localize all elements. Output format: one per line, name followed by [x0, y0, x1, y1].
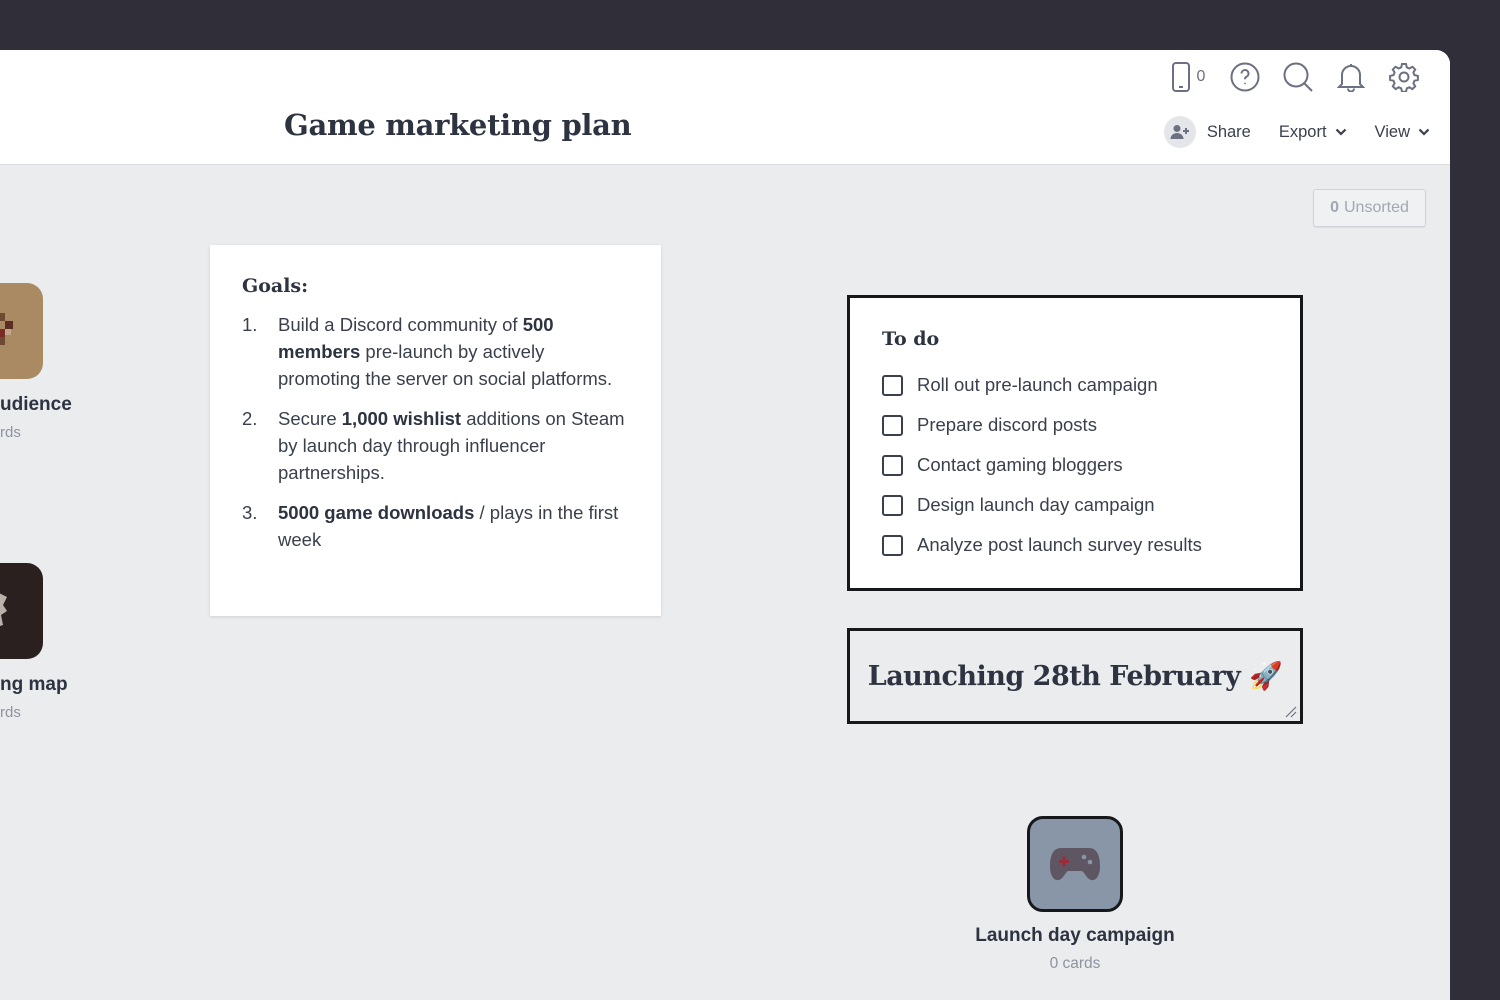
export-label: Export — [1278, 122, 1327, 141]
gear-icon — [1388, 63, 1419, 92]
phone-icon — [1171, 62, 1190, 92]
board-card-count: rds — [0, 424, 21, 441]
app-window: Game marketing plan 0 Share Export View … — [0, 50, 1450, 1000]
goal-text: Secure 1,000 wishlist additions on Steam… — [278, 405, 629, 486]
goal-emphasis: 1,000 wishlist — [341, 408, 462, 429]
goal-item: 1. Build a Discord community of 500 membe… — [242, 311, 629, 392]
toolbar-icons: 0 — [1158, 62, 1430, 92]
goal-number: 1. — [242, 314, 258, 335]
goal-item: 2. Secure 1,000 wishlist additions on Ste… — [242, 405, 629, 486]
todo-item: Roll out pre-launch campaign — [882, 365, 1268, 405]
todo-checkbox[interactable] — [882, 494, 903, 516]
board-card-count: 0 cards — [1049, 955, 1101, 972]
search-icon — [1283, 62, 1313, 92]
board-card-count: rds — [0, 704, 21, 721]
todo-label[interactable]: Design launch day campaign — [917, 494, 1155, 516]
top-bar: Game marketing plan 0 Share Export View — [0, 50, 1450, 165]
goal-emphasis: 5000 game downloads — [278, 502, 475, 523]
todo-checkbox[interactable] — [882, 454, 903, 476]
goal-item: 3. 5000 game downloads / plays in the fir… — [242, 499, 629, 553]
todo-label[interactable]: Contact gaming bloggers — [917, 454, 1123, 476]
share-label: Share — [1206, 122, 1251, 141]
add-user-icon — [1163, 116, 1196, 148]
board-tile-map[interactable] — [0, 563, 43, 659]
goal-text: Build a Discord community of 500 members… — [278, 311, 629, 392]
todo-item: Analyze post launch survey results — [882, 525, 1268, 565]
share-button[interactable]: Share — [1163, 116, 1251, 148]
chess-piece-icon — [0, 593, 7, 626]
goals-note[interactable]: Goals: 1. Build a Discord community of 50… — [210, 245, 661, 616]
goal-text-part: Secure — [278, 408, 342, 429]
todo-heading: To do — [882, 328, 940, 350]
actions-row: Share Export View — [1163, 116, 1430, 148]
chevron-down-icon — [1418, 128, 1430, 136]
launch-note-text: Launching 28th February 🚀 — [867, 661, 1283, 692]
export-menu[interactable]: Export — [1279, 123, 1347, 142]
goal-number: 3. — [242, 502, 258, 523]
device-count: 0 — [1196, 68, 1206, 85]
view-menu[interactable]: View — [1375, 123, 1430, 142]
view-label: View — [1374, 122, 1410, 141]
goal-text: 5000 game downloads / plays in the first… — [278, 499, 629, 553]
unsorted-button[interactable]: 0 Unsorted — [1313, 189, 1426, 227]
board-tile-launch-day[interactable] — [1027, 816, 1123, 912]
todo-card[interactable]: To do Roll out pre-launch campaign Prepar… — [847, 295, 1303, 591]
pixel-art-icon — [0, 313, 13, 345]
goals-list: 1. Build a Discord community of 500 membe… — [242, 311, 629, 553]
board-title[interactable]: udience — [0, 394, 72, 416]
unsorted-label: Unsorted — [1343, 199, 1409, 216]
gamepad-icon — [1050, 848, 1100, 881]
launch-note[interactable]: Launching 28th February 🚀 — [847, 628, 1303, 724]
help-icon — [1230, 62, 1259, 92]
board-tile-audience[interactable] — [0, 283, 43, 379]
todo-checkbox[interactable] — [882, 414, 903, 436]
help-button[interactable] — [1218, 62, 1271, 92]
unsorted-count: 0 — [1330, 199, 1339, 216]
board-title[interactable]: ng map — [0, 674, 68, 696]
todo-label[interactable]: Analyze post launch survey results — [917, 534, 1202, 556]
settings-button[interactable] — [1377, 62, 1430, 92]
todo-list: Roll out pre-launch campaign Prepare disc… — [882, 365, 1268, 565]
todo-item: Contact gaming bloggers — [882, 445, 1268, 485]
goal-number: 2. — [242, 408, 258, 429]
todo-checkbox[interactable] — [882, 374, 903, 396]
notifications-button[interactable] — [1324, 62, 1377, 92]
chevron-down-icon — [1335, 128, 1346, 136]
todo-label[interactable]: Prepare discord posts — [917, 414, 1097, 436]
goal-text-part: Build a Discord community of — [278, 314, 523, 335]
todo-item: Prepare discord posts — [882, 405, 1268, 445]
devices-button[interactable]: 0 — [1158, 62, 1218, 92]
board-title[interactable]: Launch day campaign — [0, 925, 1450, 947]
todo-item: Design launch day campaign — [882, 485, 1268, 525]
goals-heading: Goals: — [242, 275, 309, 297]
todo-checkbox[interactable] — [882, 534, 903, 556]
search-button[interactable] — [1271, 62, 1324, 92]
bell-icon — [1336, 64, 1365, 92]
resize-handle-icon[interactable] — [1283, 704, 1297, 718]
page-title[interactable]: Game marketing plan — [284, 108, 632, 142]
todo-label[interactable]: Roll out pre-launch campaign — [917, 374, 1158, 396]
